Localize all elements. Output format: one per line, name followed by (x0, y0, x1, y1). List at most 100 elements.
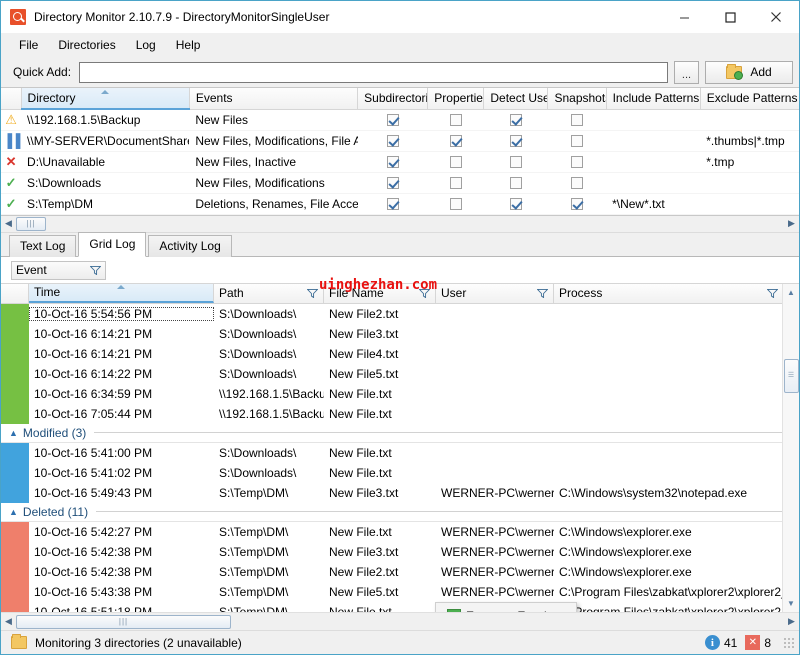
snapshots-checkbox[interactable] (571, 135, 584, 148)
directory-row[interactable]: ✓ S:\Downloads New Files, Modifications (1, 172, 799, 194)
scroll-thumb[interactable]: ||| (16, 614, 231, 629)
directories-horizontal-scrollbar[interactable]: ◀ ||| ▶ (1, 215, 799, 233)
log-row[interactable]: 10-Oct-16 5:42:38 PM S:\Temp\DM\ New File2… (1, 561, 799, 582)
col-file-name[interactable]: File Name (324, 283, 436, 303)
log-row[interactable]: 10-Oct-16 6:14:22 PM S:\Downloads\ New Fil… (1, 363, 799, 384)
scroll-track[interactable]: ☰ (783, 301, 800, 596)
scroll-right-icon[interactable]: ▶ (784, 616, 799, 627)
maximize-button[interactable] (707, 1, 753, 33)
menu-item-export-to-excel[interactable]: x Export to Excel (436, 605, 576, 612)
col-process[interactable]: Process (554, 283, 784, 303)
subdirectories-checkbox[interactable] (386, 177, 399, 190)
scroll-right-icon[interactable]: ▶ (784, 218, 799, 229)
event-filter-dropdown[interactable]: Event (11, 260, 106, 280)
col-subdirectories[interactable]: Subdirectories (357, 88, 429, 110)
directory-row[interactable]: ⚠ \\192.168.1.5\Backup New Files (1, 109, 799, 131)
log-row[interactable]: 10-Oct-16 6:14:21 PM S:\Downloads\ New Fil… (1, 323, 799, 344)
col-path[interactable]: Path (214, 283, 324, 303)
subdirectories-checkbox[interactable] (386, 135, 399, 148)
log-row[interactable]: 10-Oct-16 5:43:38 PM S:\Temp\DM\ New File5… (1, 581, 799, 602)
scroll-thumb[interactable]: ☰ (783, 358, 799, 393)
detect-users-checkbox-cell[interactable] (483, 109, 548, 131)
detect-users-checkbox[interactable] (509, 177, 522, 190)
directory-row[interactable]: ✓S:\Temp\DMDeletions, Renames, File Acce… (1, 193, 799, 215)
log-row[interactable]: 10-Oct-16 6:14:21 PM S:\Downloads\ New Fil… (1, 343, 799, 364)
properties-checkbox-cell[interactable] (427, 109, 484, 131)
detect-users-checkbox[interactable] (509, 198, 522, 211)
scroll-track[interactable] (231, 615, 784, 629)
properties-checkbox[interactable] (449, 156, 462, 169)
subdirectories-checkbox[interactable] (386, 198, 399, 211)
log-row[interactable]: 10-Oct-16 5:42:27 PM S:\Temp\DM\ New File.… (1, 521, 799, 542)
properties-checkbox-cell[interactable] (427, 151, 484, 173)
funnel-icon[interactable] (307, 288, 318, 298)
scroll-left-icon[interactable]: ◀ (1, 218, 16, 229)
snapshots-checkbox-cell[interactable] (547, 151, 607, 173)
menu-directories[interactable]: Directories (48, 35, 125, 55)
log-row[interactable]: 10-Oct-16 5:42:38 PM S:\Temp\DM\ New File3… (1, 541, 799, 562)
detect-users-checkbox-cell[interactable] (483, 151, 548, 173)
log-row[interactable]: 10-Oct-16 5:41:00 PM S:\Downloads\ New Fil… (1, 442, 799, 463)
log-row[interactable]: 10-Oct-16 5:49:43 PM S:\Temp\DM\ New File3… (1, 482, 799, 503)
menu-file[interactable]: File (9, 35, 48, 55)
scroll-down-icon[interactable]: ▼ (783, 595, 800, 612)
scroll-thumb[interactable]: ||| (16, 216, 46, 231)
subdirectories-checkbox-cell[interactable] (357, 109, 428, 131)
subdirectories-checkbox-cell[interactable] (357, 130, 428, 152)
detect-users-checkbox-cell[interactable] (483, 193, 548, 215)
directory-row[interactable]: ✕ D:\Unavailable New Files, Inactive *.tmp (1, 151, 799, 173)
properties-checkbox-cell[interactable] (427, 130, 484, 152)
snapshots-checkbox[interactable] (571, 156, 584, 169)
directory-row[interactable]: ▐▐ \\MY-SERVER\DocumentShare New Files, Mo… (1, 130, 799, 152)
menu-log[interactable]: Log (126, 35, 166, 55)
log-row[interactable]: 10-Oct-16 6:34:59 PM \\192.168.1.5\Backup… (1, 383, 799, 404)
funnel-icon[interactable] (419, 288, 430, 298)
log-row[interactable]: 10-Oct-16 5:54:56 PM S:\Downloads\ New Fil… (1, 303, 799, 324)
detect-users-checkbox-cell[interactable] (483, 172, 548, 194)
col-include-patterns[interactable]: Include Patterns (606, 88, 701, 110)
snapshots-checkbox[interactable] (571, 198, 584, 211)
properties-checkbox[interactable] (449, 135, 462, 148)
collapse-group-icon[interactable]: ▲ (9, 428, 18, 438)
col-detect-users[interactable]: Detect Users (483, 88, 549, 110)
snapshots-checkbox-cell[interactable] (547, 130, 607, 152)
group-header-row[interactable]: ▲ Modified (3) (1, 424, 799, 443)
col-time[interactable]: Time (29, 283, 214, 303)
tab-activity-log[interactable]: Activity Log (148, 234, 232, 257)
snapshots-checkbox-cell[interactable] (547, 109, 607, 131)
snapshots-checkbox-cell[interactable] (547, 193, 607, 215)
group-header-row[interactable]: ▲ Deleted (11) (1, 503, 799, 522)
subdirectories-checkbox[interactable] (386, 156, 399, 169)
subdirectories-checkbox-cell[interactable] (357, 172, 428, 194)
snapshots-checkbox-cell[interactable] (547, 172, 607, 194)
col-snapshots[interactable]: Snapshots (547, 88, 607, 110)
browse-button[interactable]: ... (674, 60, 699, 84)
col-properties[interactable]: Properties (427, 88, 485, 110)
menu-help[interactable]: Help (166, 35, 211, 55)
properties-checkbox[interactable] (449, 114, 462, 127)
properties-checkbox-cell[interactable] (427, 172, 484, 194)
detect-users-checkbox-cell[interactable] (483, 130, 548, 152)
log-row[interactable]: 10-Oct-16 5:41:02 PM S:\Downloads\ New Fil… (1, 462, 799, 483)
properties-checkbox[interactable] (449, 177, 462, 190)
subdirectories-checkbox-cell[interactable] (357, 193, 428, 215)
funnel-icon[interactable] (767, 288, 778, 298)
funnel-icon[interactable] (537, 288, 548, 298)
col-events[interactable]: Events (189, 88, 359, 110)
snapshots-checkbox[interactable] (571, 177, 584, 190)
close-button[interactable] (753, 1, 799, 33)
col-exclude-patterns[interactable]: Exclude Patterns (700, 88, 799, 110)
subdirectories-checkbox[interactable] (386, 114, 399, 127)
log-row[interactable]: 10-Oct-16 7:05:44 PM \\192.168.1.5\Backup… (1, 403, 799, 424)
properties-checkbox[interactable] (449, 198, 462, 211)
properties-checkbox-cell[interactable] (427, 193, 484, 215)
detect-users-checkbox[interactable] (509, 114, 522, 127)
minimize-button[interactable] (661, 1, 707, 33)
detect-users-checkbox[interactable] (509, 135, 522, 148)
scroll-left-icon[interactable]: ◀ (1, 616, 16, 627)
tab-grid-log[interactable]: Grid Log (78, 231, 147, 257)
add-button[interactable]: Add (705, 60, 793, 84)
log-row[interactable]: 10-Oct-16 5:51:18 PM S:\Temp\DM\ New File.… (1, 601, 799, 612)
quick-add-input[interactable] (79, 61, 668, 83)
resize-grip-icon[interactable] (783, 636, 795, 649)
